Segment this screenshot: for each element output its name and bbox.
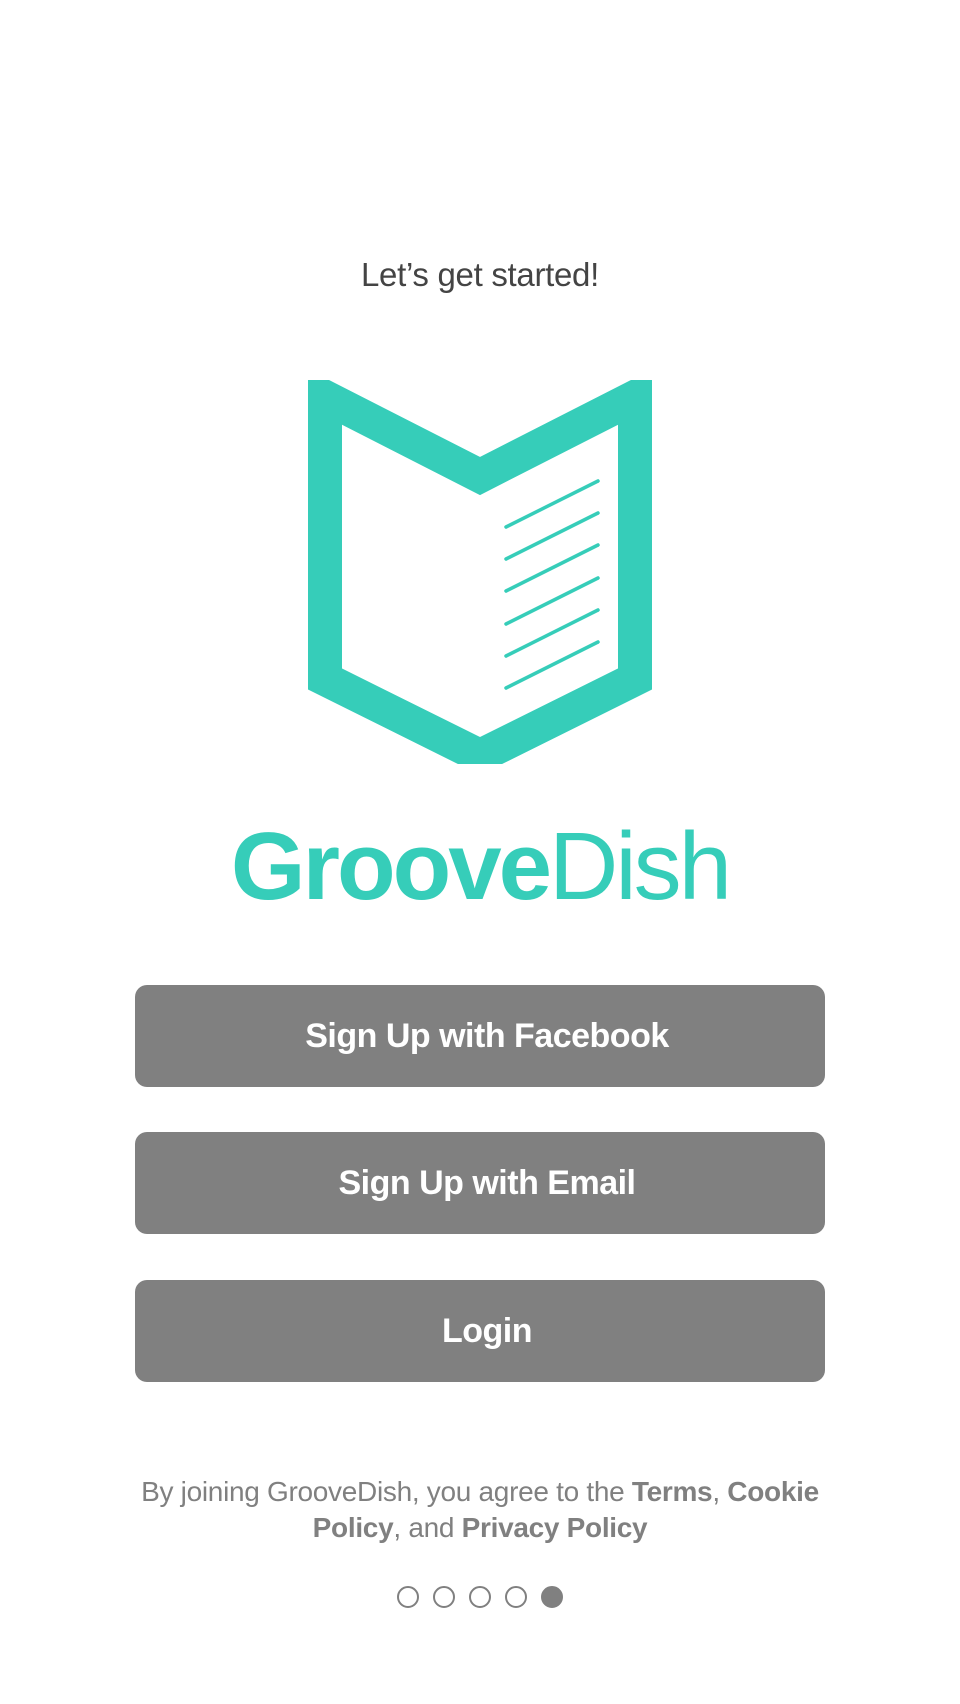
terms-link[interactable]: Terms: [632, 1476, 713, 1507]
brand-name-light: Dish: [549, 813, 732, 920]
page-indicator: [0, 1586, 960, 1608]
page-dot[interactable]: [469, 1586, 491, 1608]
signup-facebook-button[interactable]: Sign Up with Facebook: [135, 985, 825, 1087]
legal-prefix: By joining GrooveDish, you agree to the: [141, 1476, 632, 1507]
page-heading: Let’s get started!: [361, 256, 599, 293]
page-dot[interactable]: [433, 1586, 455, 1608]
brand-name-bold: Groove: [230, 813, 552, 920]
legal-separator-1: ,: [712, 1476, 728, 1507]
login-button[interactable]: Login: [135, 1280, 825, 1382]
brand-wordmark: GrooveDish: [0, 812, 960, 922]
legal-notice: By joining GrooveDish, you agree to the …: [120, 1474, 840, 1546]
page-dot-active[interactable]: [541, 1586, 563, 1608]
privacy-policy-link[interactable]: Privacy Policy: [462, 1512, 648, 1543]
signup-email-button[interactable]: Sign Up with Email: [135, 1132, 825, 1234]
page-dot[interactable]: [505, 1586, 527, 1608]
page-dot[interactable]: [397, 1586, 419, 1608]
legal-separator-2: , and: [393, 1512, 462, 1543]
open-book-icon: [308, 380, 652, 764]
